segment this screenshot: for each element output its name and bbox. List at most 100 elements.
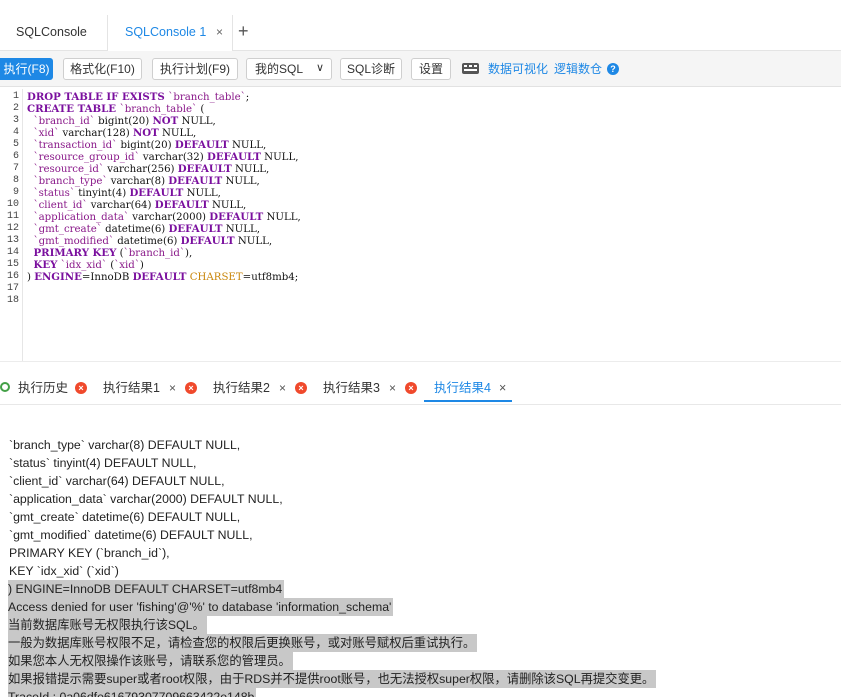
add-tab-button[interactable]: +: [238, 15, 249, 50]
code-token: NULL,: [228, 140, 267, 151]
tab-sqlconsole-1[interactable]: SQLConsole 1 ×: [107, 15, 233, 51]
tab-result-3[interactable]: 执行结果3: [323, 374, 380, 402]
output-line: `gmt_modified` datetime(6) DEFAULT NULL,: [9, 528, 253, 542]
close-icon[interactable]: ×: [169, 374, 176, 402]
result-tab-bar: 执行历史 × 执行结果1 × × 执行结果2 × × 执行结果3 × × 执行结…: [0, 374, 841, 405]
code-token: NULL,: [234, 236, 273, 247]
output-line: 如果您本人无权限操作该账号，请联系您的管理员。: [8, 652, 293, 670]
keyword-token: DEFAULT: [129, 187, 184, 199]
output-line: ) ENGINE=InnoDB DEFAULT CHARSET=utf8mb4: [8, 580, 285, 598]
keyword-token: DEFAULT: [154, 199, 209, 211]
line-number: 16: [6, 271, 19, 282]
code-token: =utf8mb4;: [242, 272, 299, 283]
settings-button[interactable]: 设置: [411, 58, 451, 80]
output-line: `branch_type` varchar(8) DEFAULT NULL,: [9, 438, 241, 452]
code-line: ) ENGINE=InnoDB DEFAULT CHARSET=utf8mb4;: [27, 271, 298, 284]
keyword-token: DEFAULT: [132, 271, 187, 283]
sql-editor[interactable]: 1 2 3 4 5 6 7 8 9 10 11 12 13 14 15 16 17 18 DROP TABLE I…: [0, 89, 841, 362]
keyword-token: DEFAULT: [207, 151, 261, 163]
code-token: NULL,: [222, 176, 260, 187]
keyword-token: NOT: [152, 115, 179, 127]
line-number: 11: [6, 211, 19, 222]
result-output[interactable]: `branch_type` varchar(8) DEFAULT NULL, `s…: [0, 436, 841, 697]
keyword-token: DEFAULT: [209, 211, 264, 223]
identifier-token: `client_id`: [33, 200, 88, 211]
close-icon[interactable]: ×: [216, 15, 223, 50]
code-token: =InnoDB: [81, 272, 133, 283]
code-token: varchar(8): [107, 176, 169, 187]
format-button[interactable]: 格式化(F10): [63, 58, 142, 80]
identifier-token: `branch_table`: [168, 92, 246, 103]
line-number: 8: [12, 175, 19, 186]
code-token: varchar(64): [87, 200, 155, 211]
keyboard-icon[interactable]: [462, 63, 479, 74]
close-circle-icon[interactable]: ×: [185, 382, 197, 394]
tab-result-2[interactable]: 执行结果2: [213, 374, 270, 402]
tab-history-label: 执行历史: [18, 381, 69, 395]
line-number: 2: [12, 103, 19, 114]
line-number: 6: [12, 151, 19, 162]
line-number: 15: [6, 259, 19, 270]
code-token: NULL,: [178, 116, 216, 127]
keyword-token: DEFAULT: [177, 163, 232, 175]
keyword-token: PRIMARY KEY: [33, 247, 117, 259]
output-line: 如果报错提示需要super或者root权限，由于RDS并不提供root账号，也无…: [8, 670, 657, 688]
line-number: 5: [12, 139, 19, 150]
code-token: NULL,: [260, 152, 299, 163]
close-circle-icon[interactable]: ×: [75, 382, 87, 394]
line-number: 13: [6, 235, 19, 246]
execution-plan-button[interactable]: 执行计划(F9): [152, 58, 238, 80]
close-circle-icon[interactable]: ×: [405, 382, 417, 394]
tab-sqlconsole[interactable]: SQLConsole: [16, 15, 87, 50]
close-icon[interactable]: ×: [499, 374, 506, 402]
identifier-token: `branch_type`: [33, 176, 108, 187]
tab-result-1[interactable]: 执行结果1: [103, 374, 160, 402]
identifier-token: `resource_id`: [33, 164, 104, 175]
keyword-token: ENGINE: [34, 271, 82, 283]
identifier-token: `gmt_create`: [33, 224, 102, 235]
line-number: 18: [6, 295, 19, 306]
code-token: ): [139, 260, 144, 271]
code-token: NULL,: [208, 200, 247, 211]
keyword-token: DEFAULT: [174, 139, 229, 151]
keyword-token: DROP TABLE IF EXISTS: [27, 91, 169, 103]
identifier-token: `xid`: [114, 260, 140, 271]
line-number: 1: [12, 91, 19, 102]
output-line: TraceId : 0a06dfe61679307709663422e148b: [8, 688, 257, 697]
line-number-gutter: 1 2 3 4 5 6 7 8 9 10 11 12 13 14 15 16 17 18: [0, 89, 23, 361]
code-token: ;: [245, 92, 250, 103]
close-icon[interactable]: ×: [389, 374, 396, 402]
run-button[interactable]: 执行(F8): [0, 58, 53, 80]
keyword-token: KEY: [33, 259, 58, 271]
identifier-token: `status`: [33, 188, 75, 199]
tab-result-4-label: 执行结果4: [434, 381, 491, 395]
close-icon[interactable]: ×: [279, 374, 286, 402]
code-token: bigint(20): [117, 140, 175, 151]
help-icon[interactable]: ?: [607, 63, 619, 75]
output-line: PRIMARY KEY (`branch_id`),: [9, 546, 170, 560]
output-line: `status` tinyint(4) DEFAULT NULL,: [9, 456, 197, 470]
code-token: bigint(20): [94, 116, 153, 127]
output-line: `gmt_create` datetime(6) DEFAULT NULL,: [9, 510, 241, 524]
identifier-token: `branch_id`: [123, 248, 185, 259]
keyword-token: DEFAULT: [168, 223, 223, 235]
logic-warehouse-link[interactable]: 逻辑数仓: [554, 58, 602, 80]
code-token: datetime(6): [113, 236, 181, 247]
output-line: `client_id` varchar(64) DEFAULT NULL,: [9, 474, 225, 488]
code-token: NULL,: [231, 164, 270, 175]
code-token: ),: [185, 248, 193, 259]
clock-icon: [0, 382, 10, 392]
close-circle-icon[interactable]: ×: [295, 382, 307, 394]
identifier-token: `resource_group_id`: [33, 152, 140, 163]
output-line: `application_data` varchar(2000) DEFAULT…: [9, 492, 283, 506]
sql-diagnose-button[interactable]: SQL诊断: [340, 58, 402, 80]
code-token: tinyint(4): [74, 188, 130, 199]
line-number: 7: [12, 163, 19, 174]
tab-result-4[interactable]: 执行结果4 ×: [424, 374, 512, 402]
code-token: NULL,: [158, 128, 197, 139]
identifier-token: `branch_id`: [33, 116, 95, 127]
my-sql-dropdown[interactable]: 我的SQL ∨: [246, 58, 332, 80]
console-tab-bar: SQLConsole SQLConsole 1 × +: [0, 15, 841, 51]
data-visualization-link[interactable]: 数据可视化: [488, 58, 548, 80]
code-token: varchar(32): [139, 152, 207, 163]
